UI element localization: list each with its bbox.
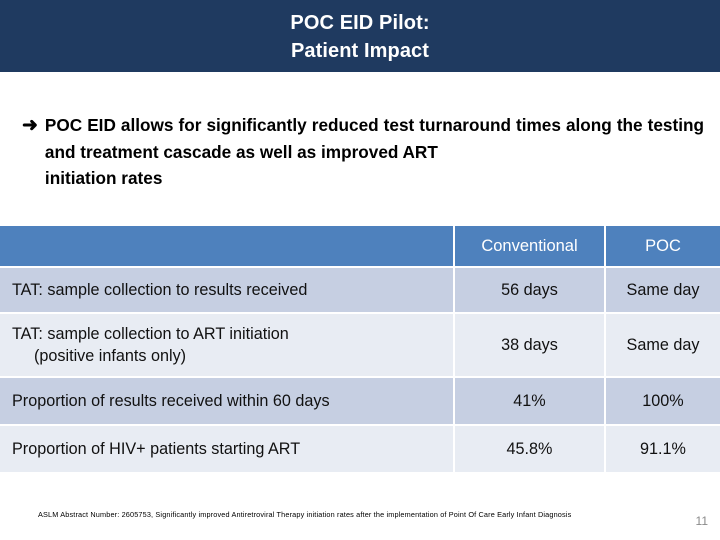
table-row: TAT: sample collection to ART initiation…: [0, 314, 720, 378]
table-row: Proportion of HIV+ patients starting ART…: [0, 426, 720, 474]
slide-title-line-2: Patient Impact: [290, 40, 430, 62]
table-header-row: Conventional POC: [0, 226, 720, 268]
table-row: TAT: sample collection to results receiv…: [0, 268, 720, 314]
table-body: TAT: sample collection to results receiv…: [0, 268, 720, 474]
table-header: Conventional POC: [0, 226, 720, 268]
row-poc-value: Same day: [606, 268, 720, 314]
column-header-metric: [0, 226, 455, 268]
bullet-block: ➜ POC EID allows for significantly reduc…: [22, 112, 704, 192]
row-conventional-value: 45.8%: [455, 426, 606, 474]
row-poc-value: Same day: [606, 314, 720, 378]
row-poc-value: 100%: [606, 378, 720, 426]
column-header-poc: POC: [606, 226, 720, 268]
row-conventional-value: 56 days: [455, 268, 606, 314]
bullet-paragraph-tail: initiation rates: [44, 168, 163, 188]
footnote-citation: ASLM Abstract Number: 2605753, Significa…: [38, 510, 572, 519]
slide-title-line-1: POC EID Pilot:: [290, 12, 430, 34]
table-row: Proportion of results received within 60…: [0, 378, 720, 426]
row-label: Proportion of results received within 60…: [0, 378, 455, 426]
arrow-bullet-icon: ➜: [22, 115, 38, 136]
row-poc-value: 91.1%: [606, 426, 720, 474]
bullet-paragraph: POC EID allows for significantly reduced…: [45, 112, 704, 192]
patient-impact-table: Conventional POC TAT: sample collection …: [0, 226, 720, 474]
row-label: TAT: sample collection to ART initiation…: [0, 314, 455, 378]
row-conventional-value: 38 days: [455, 314, 606, 378]
page-number: 11: [695, 514, 708, 528]
bullet-paragraph-main: POC EID allows for significantly reduced…: [44, 115, 704, 162]
row-label-secondary: (positive infants only): [34, 347, 187, 365]
row-conventional-value: 41%: [455, 378, 606, 426]
row-label-primary: TAT: sample collection to ART initiation: [12, 325, 289, 343]
row-label: Proportion of HIV+ patients starting ART: [0, 426, 455, 474]
slide-title-band: POC EID Pilot: Patient Impact: [0, 0, 720, 72]
row-label: TAT: sample collection to results receiv…: [0, 268, 455, 314]
column-header-conventional: Conventional: [455, 226, 606, 268]
